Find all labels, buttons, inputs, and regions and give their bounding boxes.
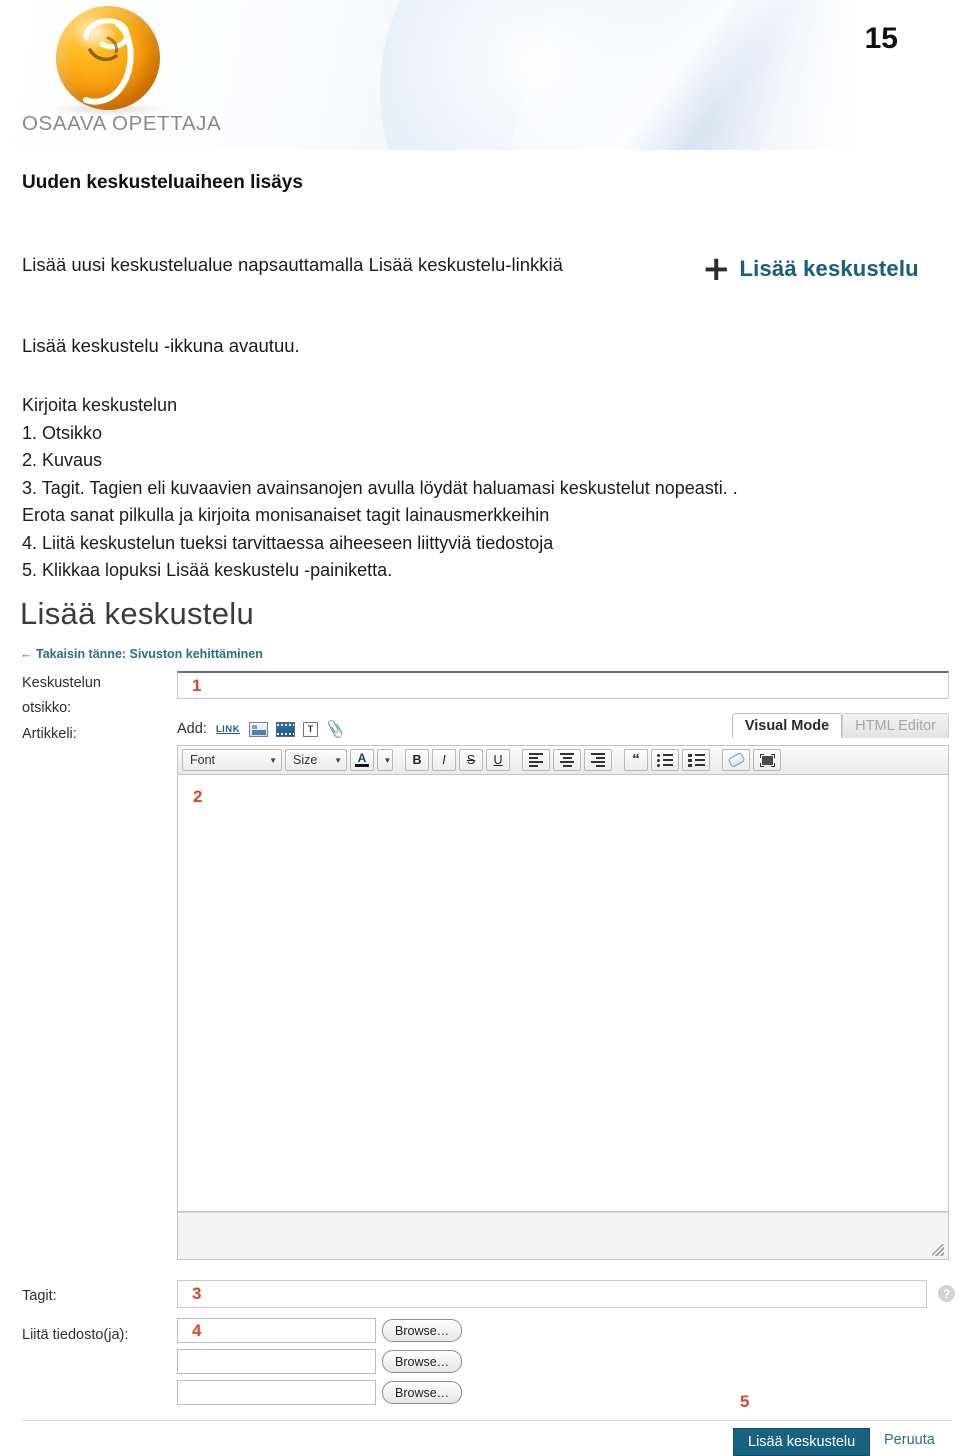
strikethrough-button[interactable]: S xyxy=(459,749,483,771)
textbox-icon[interactable]: T xyxy=(303,721,319,737)
bulleted-list-icon xyxy=(657,753,673,767)
breadcrumb[interactable]: ← Takaisin tänne: Sivuston kehittäminen xyxy=(20,647,263,661)
align-right-button[interactable] xyxy=(584,749,612,771)
article-body-editor[interactable]: 2 xyxy=(177,775,949,1212)
add-discussion-link-label: Lisää keskustelu xyxy=(739,256,919,281)
tags-label: Tagit: xyxy=(22,1288,57,1304)
resize-handle[interactable] xyxy=(932,1244,944,1256)
discussion-title-label-line2: otsikko: xyxy=(22,700,72,716)
text-color-dropdown[interactable]: ▼ xyxy=(377,749,393,771)
paragraph-2: Lisää keskustelu -ikkuna avautuu. xyxy=(22,335,300,356)
attachment-row: 4 Browse… xyxy=(177,1318,463,1343)
step-marker-4: 4 xyxy=(192,1321,202,1340)
attachment-row: Browse… xyxy=(177,1380,463,1405)
attachments-label: Liitä tiedosto(ja): xyxy=(22,1327,129,1343)
list-item: 2. Kuvaus xyxy=(22,450,103,470)
discussion-title-label-line1: Keskustelun xyxy=(22,675,101,691)
numbered-list-icon xyxy=(687,753,705,767)
list-intro: Kirjoita keskustelun xyxy=(22,395,178,415)
embedded-screenshot: Lisää keskustelu ← Takaisin tänne: Sivus… xyxy=(0,596,960,1456)
numbered-list-button[interactable] xyxy=(682,749,710,771)
submit-discussion-button[interactable]: Lisää keskustelu xyxy=(733,1428,871,1456)
bulleted-list-button[interactable] xyxy=(651,749,679,771)
video-icon[interactable] xyxy=(276,721,296,737)
fullscreen-icon xyxy=(759,753,775,767)
form-heading: Lisää keskustelu xyxy=(20,596,254,631)
article-label: Artikkeli: xyxy=(22,726,77,742)
align-center-button[interactable] xyxy=(553,749,581,771)
plus-icon: + xyxy=(702,249,731,289)
editor-toolbar: Font ▼ Size ▼ A ▼ B I S U “ xyxy=(177,745,949,775)
link-icon[interactable]: LINK xyxy=(215,724,241,735)
list-item: 1. Otsikko xyxy=(22,422,103,443)
add-discussion-link-callout: + Lisää keskustelu xyxy=(702,249,919,289)
align-right-icon xyxy=(591,753,605,767)
help-icon[interactable]: ? xyxy=(938,1285,955,1302)
font-family-select[interactable]: Font ▼ xyxy=(182,749,282,771)
attachment-input-1[interactable]: 4 xyxy=(177,1318,376,1343)
paperclip-icon[interactable]: 📎 xyxy=(324,718,346,740)
editor-add-row: Add: LINK T 📎 xyxy=(177,716,346,742)
step-marker-1: 1 xyxy=(192,676,202,695)
breadcrumb-label: Takaisin tänne: Sivuston kehittäminen xyxy=(35,647,263,661)
align-center-icon xyxy=(560,753,574,767)
footer-divider xyxy=(22,1420,952,1421)
list-item: Erota sanat pilkulla ja kirjoita monisan… xyxy=(22,505,550,525)
align-left-icon xyxy=(529,753,543,767)
discussion-title-input[interactable]: 1 xyxy=(177,671,949,699)
browse-button-1[interactable]: Browse… xyxy=(382,1319,463,1342)
page-number: 15 xyxy=(864,22,898,55)
cancel-link[interactable]: Peruuta xyxy=(884,1432,935,1448)
italic-button[interactable]: I xyxy=(432,749,456,771)
step-marker-5: 5 xyxy=(740,1392,750,1411)
browse-button-3[interactable]: Browse… xyxy=(382,1381,463,1404)
font-size-value: Size xyxy=(293,753,318,767)
text-color-swatch xyxy=(355,764,369,767)
logo-swirl-icon xyxy=(83,18,134,105)
step-marker-3: 3 xyxy=(192,1284,202,1303)
editor-status-bar xyxy=(177,1212,949,1260)
bold-label: B xyxy=(412,753,422,767)
page-title: Uuden keskusteluaiheen lisäys xyxy=(22,172,303,193)
chevron-down-icon: ▼ xyxy=(334,755,342,765)
bold-button[interactable]: B xyxy=(405,749,429,771)
list-item: 4. Liitä keskustelun tueksi tarvittaessa… xyxy=(22,532,554,553)
paragraph-1: Lisää uusi keskustelualue napsauttamalla… xyxy=(22,254,563,275)
fullscreen-button[interactable] xyxy=(753,749,781,771)
clear-formatting-button[interactable] xyxy=(722,749,750,771)
strikethrough-label: S xyxy=(466,753,476,767)
blockquote-button[interactable]: “ xyxy=(624,749,648,771)
add-label: Add: xyxy=(177,721,207,737)
instruction-list: Kirjoita keskustelun 1. Otsikko 2. Kuvau… xyxy=(22,392,738,585)
header-fade xyxy=(700,0,960,150)
image-icon[interactable] xyxy=(249,721,269,737)
attachment-input-2[interactable] xyxy=(177,1349,376,1374)
attachment-input-3[interactable] xyxy=(177,1380,376,1405)
underline-label: U xyxy=(493,753,503,767)
text-color-button[interactable]: A xyxy=(350,749,374,771)
rich-text-editor: Add: LINK T 📎 Visual Mode HTML Editor Fo… xyxy=(177,713,949,1270)
browse-button-2[interactable]: Browse… xyxy=(382,1350,463,1373)
step-marker-2: 2 xyxy=(193,787,203,806)
tab-visual-mode[interactable]: Visual Mode xyxy=(731,713,843,738)
align-left-button[interactable] xyxy=(522,749,550,771)
underline-button[interactable]: U xyxy=(486,749,510,771)
eraser-icon xyxy=(727,752,745,768)
list-item: 5. Klikkaa lopuksi Lisää keskustelu -pai… xyxy=(22,560,393,580)
quote-icon: “ xyxy=(632,751,640,768)
tab-html-editor[interactable]: HTML Editor xyxy=(842,713,949,738)
font-size-select[interactable]: Size ▼ xyxy=(285,749,347,771)
back-arrow-icon: ← xyxy=(20,647,33,661)
osaava-opettaja-logo: OSAAVA OPETTAJA xyxy=(22,4,222,144)
text-color-letter: A xyxy=(357,751,367,765)
chevron-down-icon: ▼ xyxy=(383,755,392,765)
editor-mode-tabs: Visual Mode HTML Editor xyxy=(731,713,949,738)
list-item: 3. Tagit. Tagien eli kuvaavien avainsano… xyxy=(22,477,738,498)
font-family-value: Font xyxy=(190,753,216,767)
logo-wordmark: OSAAVA OPETTAJA xyxy=(22,112,222,135)
tags-input[interactable]: 3 xyxy=(177,1280,927,1308)
italic-label: I xyxy=(442,753,446,767)
attachment-row: Browse… xyxy=(177,1349,463,1374)
chevron-down-icon: ▼ xyxy=(269,755,277,765)
